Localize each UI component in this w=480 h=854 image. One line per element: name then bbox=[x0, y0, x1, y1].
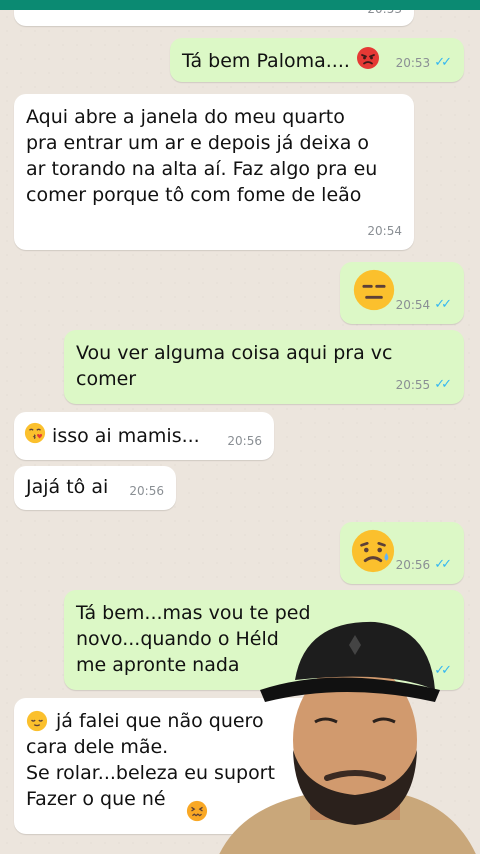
message-time: 20:56 bbox=[395, 558, 431, 572]
message-outgoing[interactable]: Tá bem Paloma.... 20:53 ✓✓ bbox=[170, 38, 464, 82]
read-ticks-icon: ✓✓ bbox=[434, 377, 452, 392]
angry-face-icon bbox=[356, 46, 380, 77]
message-outgoing[interactable]: 20:56 ✓✓ bbox=[340, 522, 464, 584]
confounded-face-icon bbox=[186, 800, 208, 829]
message-text: Jajá tô ai bbox=[26, 476, 109, 498]
chat-area[interactable]: 20:53 Tá bem Paloma.... 20:53 ✓✓ Aqui ab… bbox=[0, 10, 480, 854]
top-status-bar bbox=[0, 0, 480, 10]
message-incoming[interactable]: Aqui abre a janela do meu quarto pra ent… bbox=[14, 94, 414, 250]
message-outgoing[interactable]: Vou ver alguma coisa aqui pra vc comer 2… bbox=[64, 330, 464, 404]
message-text: isso ai mamis... bbox=[52, 425, 200, 447]
kissing-face-icon bbox=[24, 422, 46, 451]
message-meta: 20:54 bbox=[367, 218, 402, 244]
message-time: 20:54 bbox=[367, 224, 402, 238]
message-meta: 20:55 ✓✓ bbox=[396, 372, 452, 398]
message-text: Aqui abre a janela do meu quarto pra ent… bbox=[26, 106, 378, 206]
message-meta: 20:56 bbox=[129, 478, 164, 504]
read-ticks-icon: ✓✓ bbox=[434, 55, 452, 70]
message-incoming[interactable]: Jajá tô ai 20:56 bbox=[14, 466, 176, 510]
expressionless-face-icon bbox=[352, 268, 396, 319]
message-time: 20:53 bbox=[367, 10, 402, 22]
read-ticks-icon: ✓✓ bbox=[434, 557, 452, 572]
read-ticks-icon: ✓✓ bbox=[434, 297, 452, 312]
message-outgoing[interactable]: 20:54 ✓✓ bbox=[340, 262, 464, 324]
sad-sweat-face-icon bbox=[350, 528, 396, 581]
relieved-face-icon bbox=[26, 710, 48, 739]
message-time: 20:55 bbox=[395, 378, 431, 392]
message-meta: 20:53 ✓✓ bbox=[396, 50, 452, 76]
message-incoming[interactable]: isso ai mamis... 20:56 bbox=[14, 412, 274, 460]
message-time: 20:54 bbox=[395, 298, 431, 312]
message-meta: 20:56 ✓✓ bbox=[396, 552, 452, 578]
message-time: 20:53 bbox=[395, 56, 431, 70]
message-meta: 20:56 bbox=[227, 428, 262, 454]
message-incoming[interactable]: 20:53 bbox=[14, 10, 414, 26]
person-overlay-image bbox=[215, 610, 480, 854]
message-time: 20:56 bbox=[227, 434, 262, 448]
message-time: 20:56 bbox=[129, 484, 164, 498]
message-text: Tá bem Paloma.... bbox=[182, 50, 350, 72]
message-meta: 20:54 ✓✓ bbox=[396, 292, 452, 318]
